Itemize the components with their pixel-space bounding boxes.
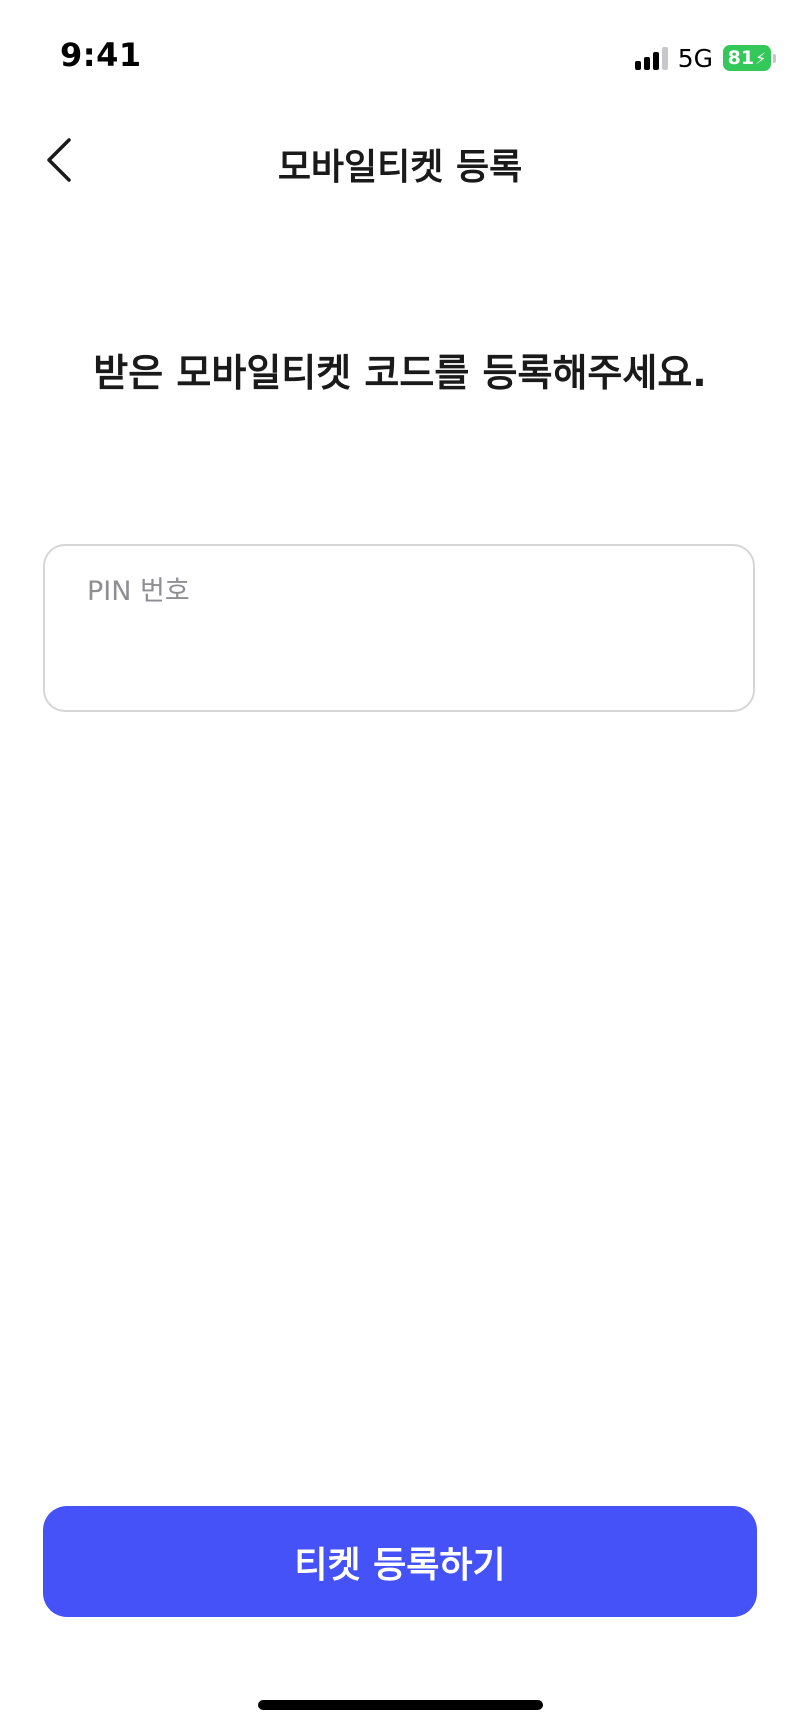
instruction-heading: 받은 모바일티켓 코드를 등록해주세요. [93, 351, 707, 395]
cellular-signal-icon [634, 46, 668, 70]
nav-header: 모바일티켓 등록 [0, 120, 800, 200]
battery-cap [773, 53, 776, 63]
home-indicator[interactable] [258, 1700, 543, 1710]
status-time: 9:41 [60, 36, 142, 74]
status-indicators: 5G 81 ⚡︎ [634, 43, 776, 73]
network-type-label: 5G [677, 43, 713, 73]
status-bar: 9:41 5G 81 ⚡︎ [0, 0, 800, 110]
register-ticket-button[interactable]: 티켓 등록하기 [43, 1506, 757, 1617]
battery-level-text: 81 [727, 47, 755, 69]
pin-input[interactable] [87, 576, 707, 607]
page-title: 모바일티켓 등록 [277, 147, 523, 188]
pin-input-container[interactable] [43, 544, 755, 712]
battery-level-badge: 81 ⚡︎ [723, 45, 771, 71]
battery-icon: 81 ⚡︎ [723, 45, 776, 71]
charging-bolt-icon: ⚡︎ [755, 48, 767, 68]
